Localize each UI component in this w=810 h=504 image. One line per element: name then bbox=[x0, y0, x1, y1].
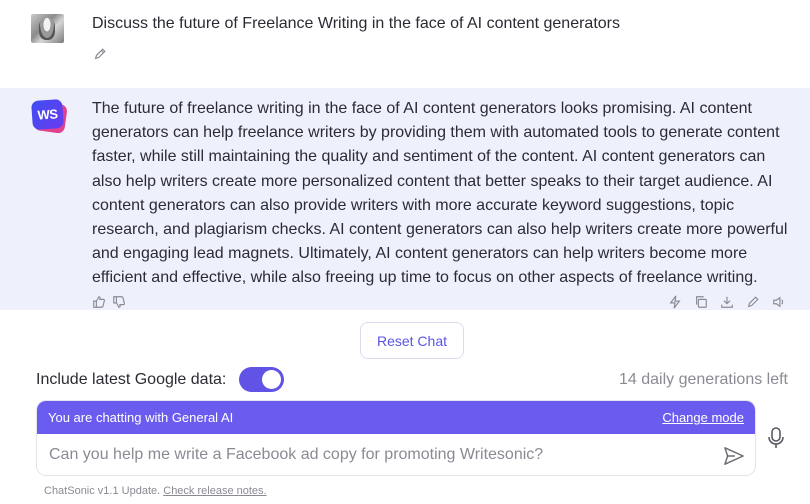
change-mode-link[interactable]: Change mode bbox=[662, 410, 744, 425]
ai-message: WS The future of freelance writing in th… bbox=[0, 88, 810, 310]
user-message-text: Discuss the future of Freelance Writing … bbox=[92, 15, 620, 32]
footer-text: ChatSonic v1.1 Update. bbox=[44, 485, 161, 497]
thumbs-up-icon[interactable] bbox=[92, 295, 106, 309]
writesonic-logo: WS bbox=[31, 98, 68, 135]
copy-icon[interactable] bbox=[694, 295, 708, 309]
generations-left: 14 daily generations left bbox=[619, 371, 788, 388]
send-icon[interactable] bbox=[723, 446, 745, 466]
release-notes-link[interactable]: Check release notes. bbox=[163, 485, 266, 497]
edit-icon[interactable] bbox=[746, 295, 760, 309]
user-avatar bbox=[31, 14, 64, 43]
speaker-icon[interactable] bbox=[772, 295, 786, 309]
user-message: Discuss the future of Freelance Writing … bbox=[0, 0, 810, 88]
pencil-icon[interactable] bbox=[93, 47, 107, 61]
thumbs-down-icon[interactable] bbox=[112, 295, 126, 309]
feedback-actions bbox=[92, 295, 126, 309]
chat-input[interactable] bbox=[37, 434, 717, 475]
mode-bar: You are chatting with General AI Change … bbox=[37, 401, 755, 434]
microphone-icon[interactable] bbox=[766, 426, 786, 450]
ai-message-text: The future of freelance writing in the f… bbox=[92, 100, 788, 287]
mode-text: You are chatting with General AI bbox=[48, 410, 234, 425]
reset-chat-button[interactable]: Reset Chat bbox=[360, 322, 464, 359]
google-data-label: Include latest Google data: bbox=[36, 371, 227, 388]
chat-box: You are chatting with General AI Change … bbox=[36, 400, 756, 476]
lightning-icon[interactable] bbox=[668, 295, 682, 309]
google-data-toggle[interactable] bbox=[239, 367, 284, 392]
download-icon[interactable] bbox=[720, 295, 734, 309]
footer: ChatSonic v1.1 Update. Check release not… bbox=[44, 485, 267, 497]
message-actions bbox=[668, 295, 786, 309]
